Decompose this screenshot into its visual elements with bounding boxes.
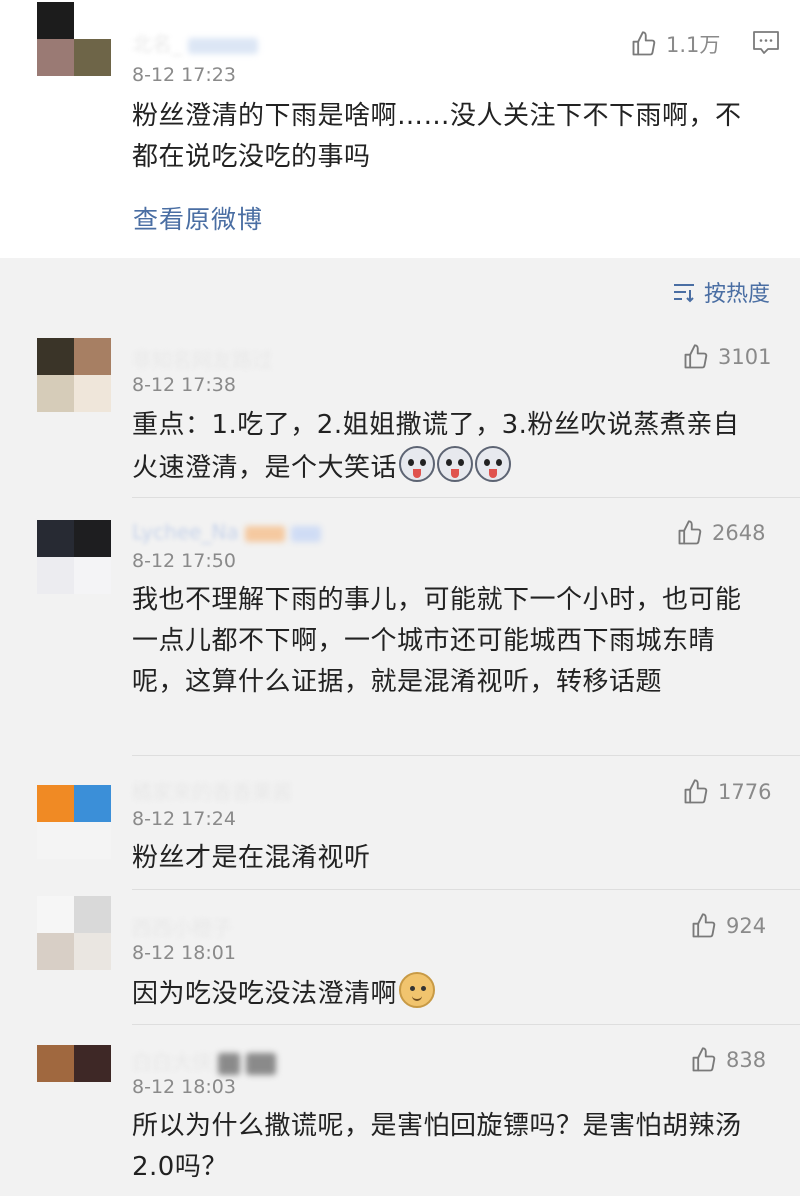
thumbs-up-icon [684,344,708,369]
post-content: 粉丝澄清的下雨是啥啊……没人关注下不下雨啊，不都在说吃没吃的事吗 [132,101,742,172]
username[interactable]: Lychee_Na [132,520,321,544]
avatar[interactable] [37,2,111,76]
like-count: 1.1万 [666,33,721,57]
view-original-link[interactable]: 查看原微博 [133,200,263,236]
sort-label: 按热度 [704,282,771,307]
sort-by-hot-button[interactable]: 按热度 [672,276,770,308]
username[interactable]: 西西小橙子 [132,912,232,941]
divider [132,497,800,498]
thumbs-up-icon [692,1047,716,1072]
like-count: 838 [726,1048,767,1072]
comment-content: 我也不理解下雨的事儿，可能就下一个小时，也可能一点儿都不下啊，一个城市还可能城西… [132,585,742,697]
avatar[interactable] [37,896,111,970]
timestamp: 8-12 17:38 [132,374,236,396]
husky-emoji [399,446,436,482]
like-button[interactable]: 1776 [682,777,771,807]
username[interactable]: 非知名网友路过 [132,344,272,373]
like-count: 924 [726,914,767,938]
husky-emoji [437,446,474,482]
like-button[interactable]: 838 [690,1045,766,1075]
timestamp: 8-12 17:24 [132,808,236,830]
username[interactable]: 白白大侠 [132,1046,276,1075]
avatar[interactable] [37,520,111,594]
username[interactable]: 北名_ [132,28,258,57]
username[interactable]: 橘家来的香香果酱 [132,776,292,805]
comment-content: 粉丝才是在混淆视听 [132,843,371,873]
timestamp: 8-12 18:03 [132,1076,236,1098]
like-count: 1776 [718,780,772,804]
like-button[interactable]: 1.1万 [630,29,720,59]
divider [132,889,800,890]
like-button[interactable]: 924 [690,911,766,941]
comment-content: 所以为什么撒谎呢，是害怕回旋镖吗？是害怕胡辣汤 2.0吗？ [132,1111,742,1182]
avatar[interactable] [37,785,111,859]
sort-icon [674,284,694,303]
like-count: 3101 [718,345,772,369]
like-button[interactable]: 3101 [682,342,771,372]
thumbs-up-icon [692,913,716,938]
thumbs-up-icon [684,779,708,804]
original-post-card: 北名_ 8-12 17:23 1.1万 粉丝澄清的下雨是啥啊……没人关注下不下雨… [0,0,800,258]
divider [132,755,800,756]
comment-content: 因为吃没吃没法澄清啊 [132,972,752,1015]
timestamp: 8-12 17:50 [132,550,236,572]
comment-icon[interactable] [752,30,780,56]
avatar[interactable] [37,1045,111,1119]
timestamp: 8-12 17:23 [132,64,236,86]
avatar[interactable] [37,338,111,412]
comment-content: 重点：1.吃了，2.姐姐撒谎了，3.粉丝吹说蒸煮亲自火速澄清，是个大笑话 [132,410,740,483]
divider [132,1024,800,1025]
doge-emoji [399,972,436,1008]
timestamp: 8-12 18:01 [132,942,236,964]
thumbs-up-icon [632,31,656,56]
like-count: 2648 [712,521,766,545]
husky-emoji [475,446,512,482]
like-button[interactable]: 2648 [676,518,765,548]
thumbs-up-icon [678,520,702,545]
